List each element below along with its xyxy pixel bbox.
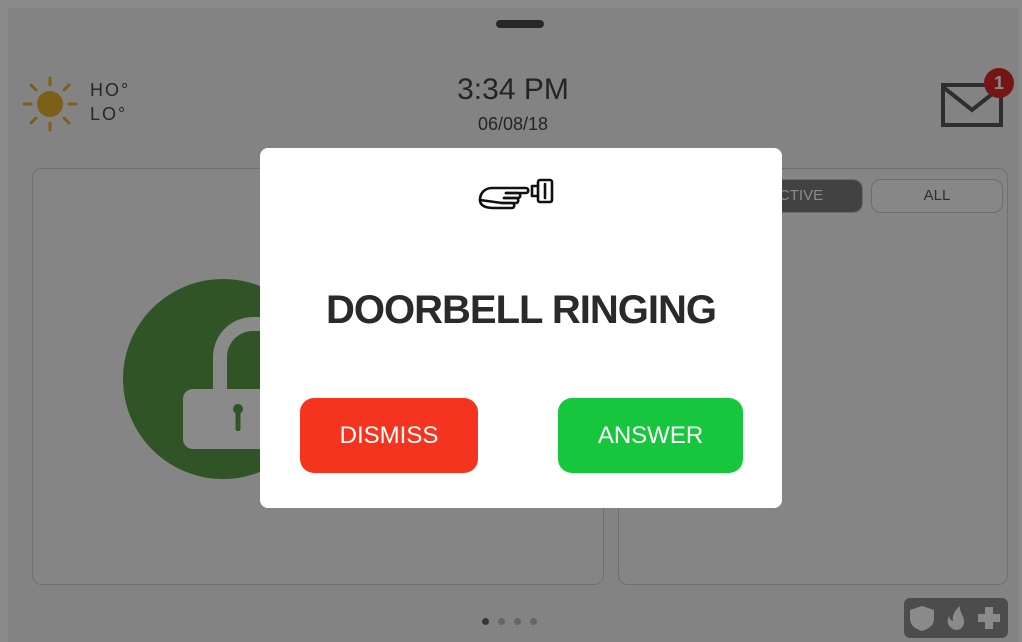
dialog-title: DOORBELL RINGING: [326, 288, 717, 332]
dismiss-button[interactable]: DISMISS: [300, 398, 478, 473]
doorbell-icon: [478, 178, 554, 210]
doorbell-alert-dialog: DOORBELL RINGING DISMISS ANSWER: [260, 148, 782, 508]
answer-button[interactable]: ANSWER: [558, 398, 743, 473]
